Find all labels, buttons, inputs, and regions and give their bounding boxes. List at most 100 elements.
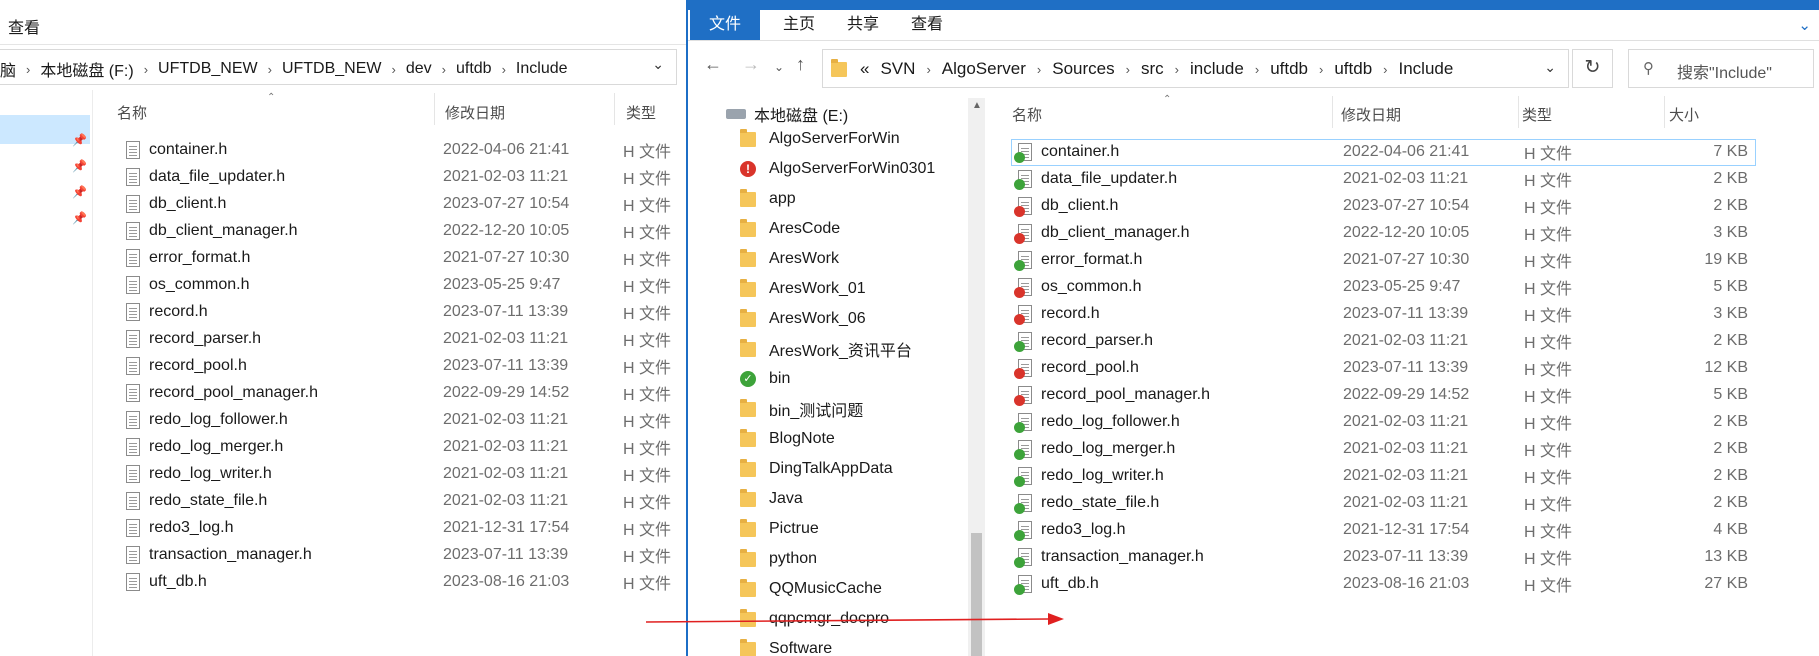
chevron-right-icon[interactable]: › — [1255, 62, 1259, 77]
file-row[interactable]: container.h 2022-04-06 21:41 H 文件 7 KB — [1014, 138, 1753, 165]
chevron-down-icon[interactable]: ⌄ — [652, 56, 664, 73]
col-name[interactable]: 名称 — [1012, 104, 1042, 134]
breadcrumb-item[interactable]: dev — [406, 60, 432, 78]
scroll-up-icon[interactable]: ▲ — [972, 100, 982, 111]
address-bar[interactable]: « SVN › AlgoServer › Sources › src › include › uftd… — [822, 49, 1569, 88]
breadcrumb-item[interactable]: Sources — [1052, 59, 1114, 79]
file-row[interactable]: db_client.h 2023-07-27 10:54 H 文件 — [126, 190, 676, 217]
file-row[interactable]: record_pool_manager.h 2022-09-29 14:52 H 文… — [1014, 381, 1753, 408]
ribbon-expand-icon[interactable]: ⌄ — [1798, 16, 1811, 34]
tree-item[interactable]: Pictrue — [740, 515, 819, 543]
breadcrumb-item[interactable]: SVN — [880, 59, 915, 79]
tree-item[interactable]: python — [740, 545, 817, 573]
file-row[interactable]: record.h 2023-07-11 13:39 H 文件 — [126, 298, 676, 325]
file-row[interactable]: record_pool.h 2023-07-11 13:39 H 文件 12 KB — [1014, 354, 1753, 381]
chevron-right-icon[interactable]: › — [26, 62, 30, 77]
file-row[interactable]: redo_state_file.h 2021-02-03 11:21 H 文件 2 K… — [1014, 489, 1753, 516]
file-row[interactable]: data_file_updater.h 2021-02-03 11:21 H 文件 — [126, 163, 676, 190]
file-row[interactable]: db_client_manager.h 2022-12-20 10:05 H 文件 — [126, 217, 676, 244]
chevron-right-icon[interactable]: › — [144, 62, 148, 77]
breadcrumb-item[interactable]: 脑 — [0, 57, 16, 81]
chevron-right-icon[interactable]: › — [1037, 62, 1041, 77]
file-row[interactable]: db_client_manager.h 2022-12-20 10:05 H 文件 3… — [1014, 219, 1753, 246]
file-row[interactable]: os_common.h 2023-05-25 9:47 H 文件 5 KB — [1014, 273, 1753, 300]
left-col-type[interactable]: 类型 — [626, 102, 656, 132]
search-input[interactable]: ⚲ 搜索"Include" — [1628, 49, 1814, 88]
breadcrumb-item[interactable]: Include — [1399, 59, 1454, 79]
chevron-right-icon[interactable]: › — [392, 62, 396, 77]
tree-scrollbar[interactable]: ▲ — [968, 98, 985, 656]
file-row[interactable]: record_pool_manager.h 2022-09-29 14:52 H 文… — [126, 379, 676, 406]
left-address-bar[interactable]: 脑 › 本地磁盘 (F:) › UFTDB_NEW › UFTDB_NEW › dev › uftd… — [0, 49, 677, 85]
file-row[interactable]: redo3_log.h 2021-12-31 17:54 H 文件 — [126, 514, 676, 541]
tree-item[interactable]: Java — [740, 485, 803, 513]
file-row[interactable]: error_format.h 2021-07-27 10:30 H 文件 — [126, 244, 676, 271]
chevron-right-icon[interactable]: › — [1126, 62, 1130, 77]
tree-item[interactable]: AresWork_01 — [740, 275, 866, 303]
forward-arrow-icon[interactable]: → — [742, 54, 760, 75]
file-row[interactable]: redo_log_writer.h 2021-02-03 11:21 H 文件 2 K… — [1014, 462, 1753, 489]
tab-view[interactable]: 查看 — [902, 10, 952, 40]
chevron-right-icon[interactable]: › — [1175, 62, 1179, 77]
file-row[interactable]: redo_log_merger.h 2021-02-03 11:21 H 文件 2 K… — [1014, 435, 1753, 462]
tree-item[interactable]: Software — [740, 635, 832, 656]
file-row[interactable]: record_pool.h 2023-07-11 13:39 H 文件 — [126, 352, 676, 379]
tree-item[interactable]: AresWork_06 — [740, 305, 866, 333]
left-col-date[interactable]: 修改日期 — [445, 102, 505, 132]
refresh-icon[interactable]: ↻ — [1572, 49, 1613, 88]
tree-item[interactable]: bin_测试问题 — [740, 395, 863, 423]
chevron-right-icon[interactable]: › — [442, 62, 446, 77]
scrollbar-thumb[interactable] — [971, 533, 982, 656]
file-row[interactable]: uft_db.h 2023-08-16 21:03 H 文件 — [126, 568, 676, 595]
file-row[interactable]: transaction_manager.h 2023-07-11 13:39 H 文… — [126, 541, 676, 568]
left-tab-view[interactable]: 查看 — [8, 14, 40, 38]
up-arrow-icon[interactable]: ↑ — [796, 54, 805, 75]
tree-item[interactable]: AresCode — [740, 215, 840, 243]
file-row[interactable]: os_common.h 2023-05-25 9:47 H 文件 — [126, 271, 676, 298]
col-date[interactable]: 修改日期 — [1341, 104, 1401, 134]
col-size[interactable]: 大小 — [1669, 104, 1699, 134]
file-row[interactable]: record.h 2023-07-11 13:39 H 文件 3 KB — [1014, 300, 1753, 327]
breadcrumb-item[interactable]: uftdb — [1334, 59, 1372, 79]
pin-icon[interactable]: 📌 — [72, 159, 87, 173]
tree-item[interactable]: AresWork — [740, 245, 839, 273]
file-row[interactable]: data_file_updater.h 2021-02-03 11:21 H 文件 2… — [1014, 165, 1753, 192]
tree-item[interactable]: app — [740, 185, 796, 213]
tree-item[interactable]: ✓ bin — [740, 365, 790, 393]
file-row[interactable]: transaction_manager.h 2023-07-11 13:39 H 文… — [1014, 543, 1753, 570]
tree-item[interactable]: ! AlgoServerForWin0301 — [740, 155, 935, 183]
breadcrumb-item[interactable]: uftdb — [456, 60, 492, 78]
chevron-right-icon[interactable]: › — [268, 62, 272, 77]
file-row[interactable]: db_client.h 2023-07-27 10:54 H 文件 2 KB — [1014, 192, 1753, 219]
breadcrumb-item[interactable]: AlgoServer — [942, 59, 1026, 79]
breadcrumb-item[interactable]: src — [1141, 59, 1164, 79]
chevron-right-icon[interactable]: › — [1319, 62, 1323, 77]
file-row[interactable]: redo_log_follower.h 2021-02-03 11:21 H 文件 2… — [1014, 408, 1753, 435]
back-arrow-icon[interactable]: ← — [704, 54, 722, 75]
breadcrumb-item[interactable]: Include — [516, 60, 568, 78]
overflow-crumb[interactable]: « — [860, 59, 869, 79]
tab-home[interactable]: 主页 — [774, 10, 824, 40]
chevron-right-icon[interactable]: › — [502, 62, 506, 77]
tab-file[interactable]: 文件 — [690, 10, 760, 40]
file-row[interactable]: redo_log_writer.h 2021-02-03 11:21 H 文件 — [126, 460, 676, 487]
file-row[interactable]: redo_log_follower.h 2021-02-03 11:21 H 文件 — [126, 406, 676, 433]
pin-icon[interactable]: 📌 — [72, 133, 87, 147]
tree-item[interactable]: qqpcmgr_docpro — [740, 605, 889, 633]
tree-item[interactable]: AresWork_资讯平台 — [740, 335, 912, 363]
chevron-right-icon[interactable]: › — [926, 62, 930, 77]
file-row[interactable]: error_format.h 2021-07-27 10:30 H 文件 19 KB — [1014, 246, 1753, 273]
file-row[interactable]: redo_state_file.h 2021-02-03 11:21 H 文件 — [126, 487, 676, 514]
breadcrumb-item[interactable]: uftdb — [1270, 59, 1308, 79]
breadcrumb-item[interactable]: 本地磁盘 (F:) — [40, 57, 133, 81]
file-row[interactable]: redo3_log.h 2021-12-31 17:54 H 文件 4 KB — [1014, 516, 1753, 543]
tree-item[interactable]: DingTalkAppData — [740, 455, 893, 483]
left-col-name[interactable]: 名称 — [117, 102, 147, 132]
file-row[interactable]: record_parser.h 2021-02-03 11:21 H 文件 2 KB — [1014, 327, 1753, 354]
file-row[interactable]: redo_log_merger.h 2021-02-03 11:21 H 文件 — [126, 433, 676, 460]
chevron-right-icon[interactable]: › — [1383, 62, 1387, 77]
breadcrumb-item[interactable]: UFTDB_NEW — [282, 60, 382, 78]
pin-icon[interactable]: 📌 — [72, 211, 87, 225]
tree-item[interactable]: QQMusicCache — [740, 575, 882, 603]
tree-item[interactable]: AlgoServerForWin — [740, 125, 900, 153]
